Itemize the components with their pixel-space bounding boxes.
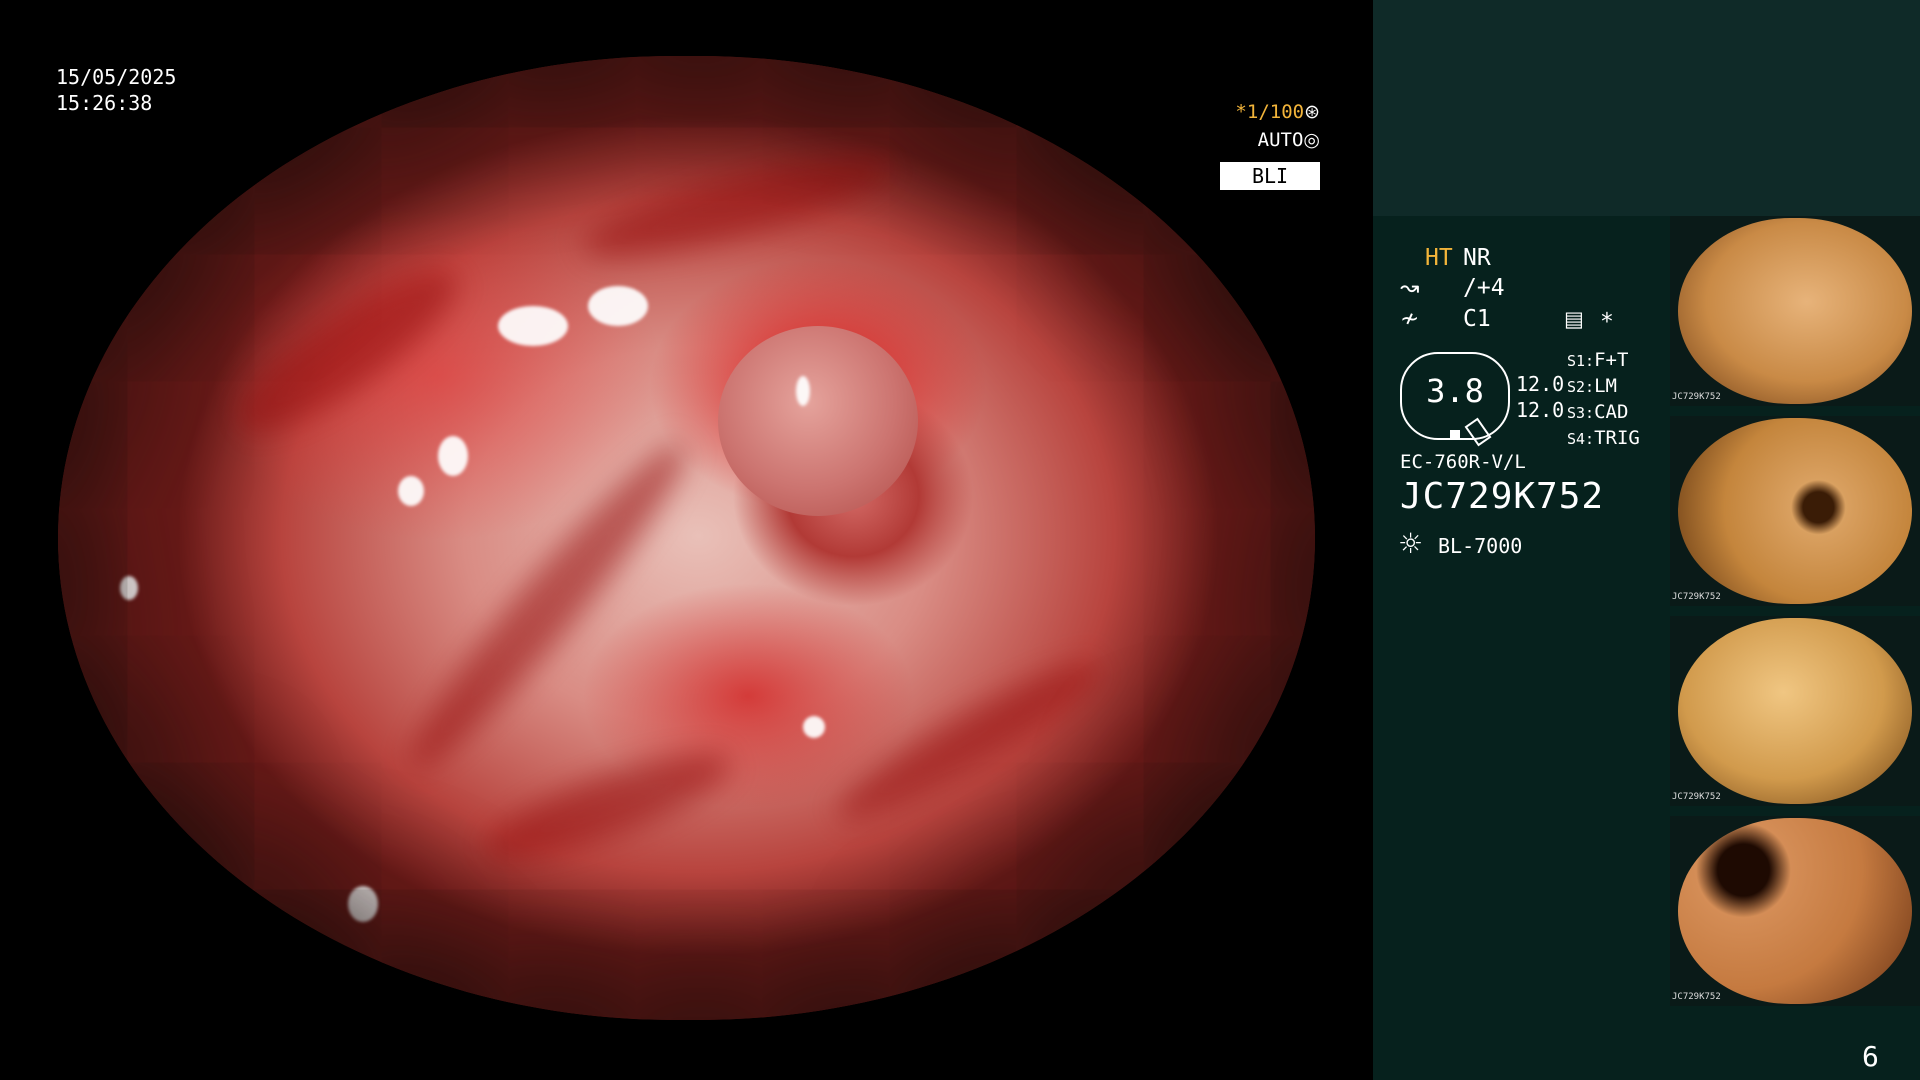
switch-item: S2:LM [1567,375,1617,397]
light-source-model: BL-7000 [1438,534,1523,558]
date-text: 15/05/2025 [56,65,177,89]
gauge-marker-icon [1450,430,1460,438]
mode-badge-bli: BLI [1220,162,1320,190]
scope-model: EC-760R-V/L [1400,451,1526,473]
thumbnail-image [1678,418,1912,604]
nr-label: NR [1463,245,1491,271]
light-reflection [803,716,825,738]
shutter-star: * [1235,101,1247,123]
mucosal-fold [825,644,1111,838]
switch-item: S1:F+T [1567,349,1629,371]
datetime-readout: 15/05/2025 15:26:38 [56,64,176,116]
thumbnail-label: JC729K752 [1672,592,1721,602]
settings-star: * [1600,309,1614,335]
shutter-value: 1/100 [1246,101,1305,123]
gauge-side-value-1: 12.0 [1516,372,1565,396]
page-number: 6 [1862,1040,1879,1073]
iris-line: AUTO◎ [1180,126,1320,154]
thumbnail-label: JC729K752 [1672,792,1721,802]
thumbnail-1[interactable]: JC729K752 [1670,216,1920,406]
scope-serial: JC729K752 [1400,476,1605,517]
time-text: 15:26:38 [56,91,153,115]
light-reflection [120,576,138,600]
enhancement-icon: ↝ [1400,275,1420,301]
iris-icon: ◎ [1303,129,1320,151]
mucosal-fold [221,247,475,455]
light-reflection [398,476,424,506]
gauge-side-value-2: 12.0 [1516,398,1565,422]
light-reflection [438,436,468,476]
settings-icon: ▤ [1564,307,1584,331]
shutter-line: *1/100⊛ [1180,98,1320,126]
gauge-value: 3.8 [1426,372,1484,410]
thumbnail-label: JC729K752 [1672,392,1721,402]
light-reflection [588,286,648,326]
light-reflection [273,86,323,108]
switch-list: S1:F+T S2:LM S3:CAD S4:TRIG [1567,348,1640,452]
color-icon: ≁ [1400,306,1420,332]
light-reflection [796,376,810,406]
thumbnail-image [1678,818,1912,1004]
switch-item: S4:TRIG [1567,427,1640,449]
light-reflection [348,886,378,922]
mucosal-fold [390,425,706,787]
thumbnail-image [1678,218,1912,404]
enhancement-value: /+4 [1463,275,1505,301]
thumbnail-label: JC729K752 [1672,992,1721,1002]
thumbnail-image [1678,618,1912,804]
exposure-readout: *1/100⊛ AUTO◎ [1180,98,1320,154]
mucosal-fold [575,135,901,277]
switch-item: S3:CAD [1567,401,1629,423]
shutter-icon: ⊛ [1304,101,1320,123]
iris-value: AUTO [1257,129,1304,151]
mucosal-fold [475,733,741,879]
color-value: C1 [1463,306,1491,332]
thumbnail-4[interactable]: JC729K752 [1670,816,1920,1006]
ht-label: HT [1425,245,1453,271]
polyp-lesion [718,326,918,516]
panel-header [1373,0,1920,216]
light-reflection [498,306,568,346]
light-source-icon: ☼ [1398,527,1424,560]
thumbnail-2[interactable]: JC729K752 [1670,416,1920,606]
endoscope-view [58,56,1315,1020]
thumbnail-3[interactable]: JC729K752 [1670,616,1920,806]
